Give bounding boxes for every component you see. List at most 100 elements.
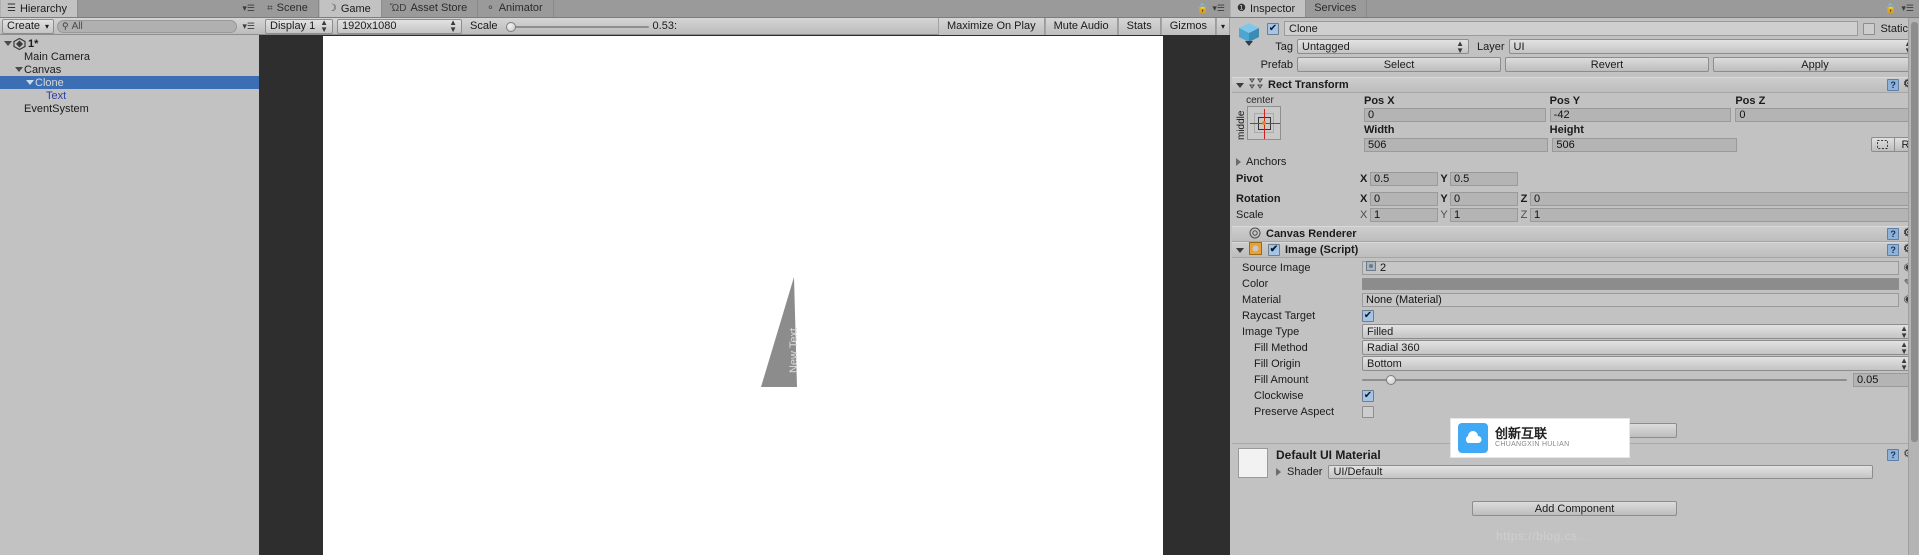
tab-hierarchy[interactable]: ☰ Hierarchy xyxy=(0,0,79,17)
hierarchy-item-eventsystem[interactable]: EventSystem xyxy=(0,102,259,115)
tab-services[interactable]: Services xyxy=(1306,0,1368,17)
maximize-on-play-button[interactable]: Maximize On Play xyxy=(937,17,1045,35)
help-icon[interactable]: ? xyxy=(1887,449,1900,461)
material-input[interactable]: None (Material) xyxy=(1362,292,1899,307)
help-icon[interactable]: ? xyxy=(1887,228,1900,240)
shader-dropdown[interactable]: UI/Default xyxy=(1328,465,1874,479)
fill-amount-input[interactable]: 0.05 xyxy=(1853,372,1913,387)
blueprint-mode-button[interactable] xyxy=(1870,137,1895,152)
raycast-target-checkbox[interactable]: ✔ xyxy=(1362,309,1374,322)
tab-inspector[interactable]: ❶ Inspector xyxy=(1230,0,1307,17)
scale-z-input[interactable]: 1 xyxy=(1530,207,1913,222)
search-input[interactable]: ⚲ All xyxy=(57,19,238,33)
color-swatch[interactable] xyxy=(1362,277,1899,290)
scale-slider-knob[interactable] xyxy=(505,21,516,32)
fill-method-dropdown[interactable]: Radial 360 ▲ ▼ xyxy=(1362,340,1913,355)
search-input-value: All xyxy=(71,20,83,32)
image-enabled-checkbox[interactable]: ✔ xyxy=(1268,244,1280,256)
chevron-right-icon[interactable] xyxy=(1236,157,1241,166)
unity-scene-icon xyxy=(13,37,26,50)
help-icon[interactable]: ? xyxy=(1887,79,1900,91)
scale-x-input[interactable]: 1 xyxy=(1370,207,1438,222)
prefab-apply-button[interactable]: Apply xyxy=(1713,57,1917,72)
display-dropdown[interactable]: Display 1 ▲ ▼ xyxy=(265,18,333,34)
hierarchy-item-text[interactable]: Text xyxy=(0,89,259,102)
game-canvas-white: New Text xyxy=(323,36,1163,555)
hierarchy-item-canvas[interactable]: Canvas xyxy=(0,63,259,76)
image-script-header[interactable]: ✔ Image (Script) ? ⚙ xyxy=(1232,242,1917,258)
static-label: Static xyxy=(1880,22,1908,35)
fill-amount-slider-knob[interactable] xyxy=(1386,375,1397,385)
resolution-dropdown[interactable]: 1920x1080 ▲ ▼ xyxy=(337,18,462,34)
hierarchy-item-1-[interactable]: 1* xyxy=(0,37,259,50)
tag-dropdown[interactable]: Untagged ▲ ▼ xyxy=(1297,39,1469,54)
fill-amount-slider[interactable] xyxy=(1362,372,1847,387)
pos-z-input[interactable]: 0 xyxy=(1735,108,1918,122)
pos-y-input[interactable]: -42 xyxy=(1549,108,1732,122)
gameobject-name-input[interactable]: Clone xyxy=(1284,21,1859,36)
inspector-scrollbar[interactable] xyxy=(1908,18,1919,555)
anchor-preset-vertical-label: middle xyxy=(1236,110,1247,140)
fill-origin-dropdown[interactable]: Bottom ▲ ▼ xyxy=(1362,356,1913,371)
raycast-target-row: Raycast Target ✔ xyxy=(1232,308,1917,323)
chevron-down-icon[interactable] xyxy=(2,41,13,46)
anchors-foldout[interactable]: Anchors xyxy=(1232,154,1917,169)
clockwise-checkbox[interactable]: ✔ xyxy=(1362,389,1374,402)
clockwise-row: Clockwise ✔ xyxy=(1232,388,1917,403)
gizmos-dropdown-arrow[interactable]: ▾ xyxy=(1215,17,1230,35)
inspector-scrollbar-thumb[interactable] xyxy=(1911,22,1918,442)
gameobject-enabled-checkbox[interactable]: ✔ xyxy=(1267,22,1279,35)
static-checkbox[interactable] xyxy=(1863,22,1876,35)
width-input[interactable]: 506 xyxy=(1364,137,1549,152)
tab-animator[interactable]: ⚬ Animator xyxy=(478,0,554,17)
chevron-down-icon[interactable] xyxy=(1236,247,1244,253)
pivot-y-input[interactable]: 0.5 xyxy=(1450,171,1518,186)
chevron-down-icon[interactable] xyxy=(1236,82,1244,88)
scale-slider[interactable] xyxy=(504,18,649,35)
tab-game[interactable]: ☽ Game xyxy=(318,0,382,17)
pivot-x-input[interactable]: 0.5 xyxy=(1370,171,1438,186)
pivot-x-axis: X xyxy=(1360,172,1368,185)
prefab-select-button[interactable]: Select xyxy=(1297,57,1501,72)
source-image-input[interactable]: 2 xyxy=(1362,260,1899,275)
hierarchy-item-clone[interactable]: Clone xyxy=(0,76,259,89)
pos-x-input[interactable]: 0 xyxy=(1364,108,1546,122)
tab-label: Game xyxy=(340,2,371,15)
prefab-revert-button[interactable]: Revert xyxy=(1505,57,1709,72)
rect-transform-header[interactable]: Rect Transform ? ⚙ xyxy=(1232,77,1917,93)
canvas-text-label: New Text xyxy=(788,328,800,374)
anchor-preset-button[interactable] xyxy=(1247,106,1281,140)
canvas-renderer-header[interactable]: Canvas Renderer ? ⚙ xyxy=(1232,226,1917,242)
tab-services-label: Services xyxy=(1314,2,1357,14)
height-input[interactable]: 506 xyxy=(1552,137,1737,152)
chevron-down-icon[interactable] xyxy=(13,67,24,72)
game-view-menu-icon[interactable]: ▾☰ xyxy=(1212,3,1225,14)
game-render-area[interactable]: New Text xyxy=(259,36,1230,555)
scale-y-input[interactable]: 1 xyxy=(1450,207,1518,222)
rotation-x-input[interactable]: 0 xyxy=(1370,191,1438,206)
game-view-panel: ⌗ Scene ☽ Game ὬD Asset Store ⚬ Animator 🔒 ▾☰ D… xyxy=(259,0,1230,555)
inspector-menu-icon[interactable]: ▾☰ xyxy=(1901,3,1914,14)
add-component-button[interactable]: Add Component xyxy=(1472,501,1677,516)
help-icon[interactable]: ? xyxy=(1887,244,1900,256)
chevron-right-icon[interactable] xyxy=(1276,468,1281,476)
preserve-aspect-checkbox[interactable] xyxy=(1362,405,1374,418)
lock-icon[interactable]: 🔒 xyxy=(1197,3,1208,14)
rotation-z-input[interactable]: 0 xyxy=(1530,191,1913,206)
tab-scene[interactable]: ⌗ Scene xyxy=(259,0,319,17)
tab-asset-store[interactable]: ὬD Asset Store xyxy=(381,0,479,17)
image-type-dropdown[interactable]: Filled ▲ ▼ xyxy=(1362,324,1913,339)
stats-button[interactable]: Stats xyxy=(1117,17,1161,35)
hierarchy-menu-icon[interactable]: ▾☰ xyxy=(242,3,255,14)
chevron-down-icon[interactable] xyxy=(24,80,35,85)
search-filter-icon[interactable]: ▾☰ xyxy=(240,21,257,32)
create-menu-button[interactable]: Create ▾ xyxy=(2,18,54,34)
tag-value: Untagged xyxy=(1302,40,1350,53)
gizmos-button[interactable]: Gizmos xyxy=(1160,17,1216,35)
mute-audio-button[interactable]: Mute Audio xyxy=(1044,17,1118,35)
hierarchy-item-main-camera[interactable]: Main Camera xyxy=(0,50,259,63)
rotation-y-input[interactable]: 0 xyxy=(1450,191,1518,206)
layer-dropdown[interactable]: UI ▲▼ xyxy=(1508,39,1917,54)
search-icon: ⚲ xyxy=(62,20,69,31)
lock-icon[interactable]: 🔒 xyxy=(1885,3,1896,14)
